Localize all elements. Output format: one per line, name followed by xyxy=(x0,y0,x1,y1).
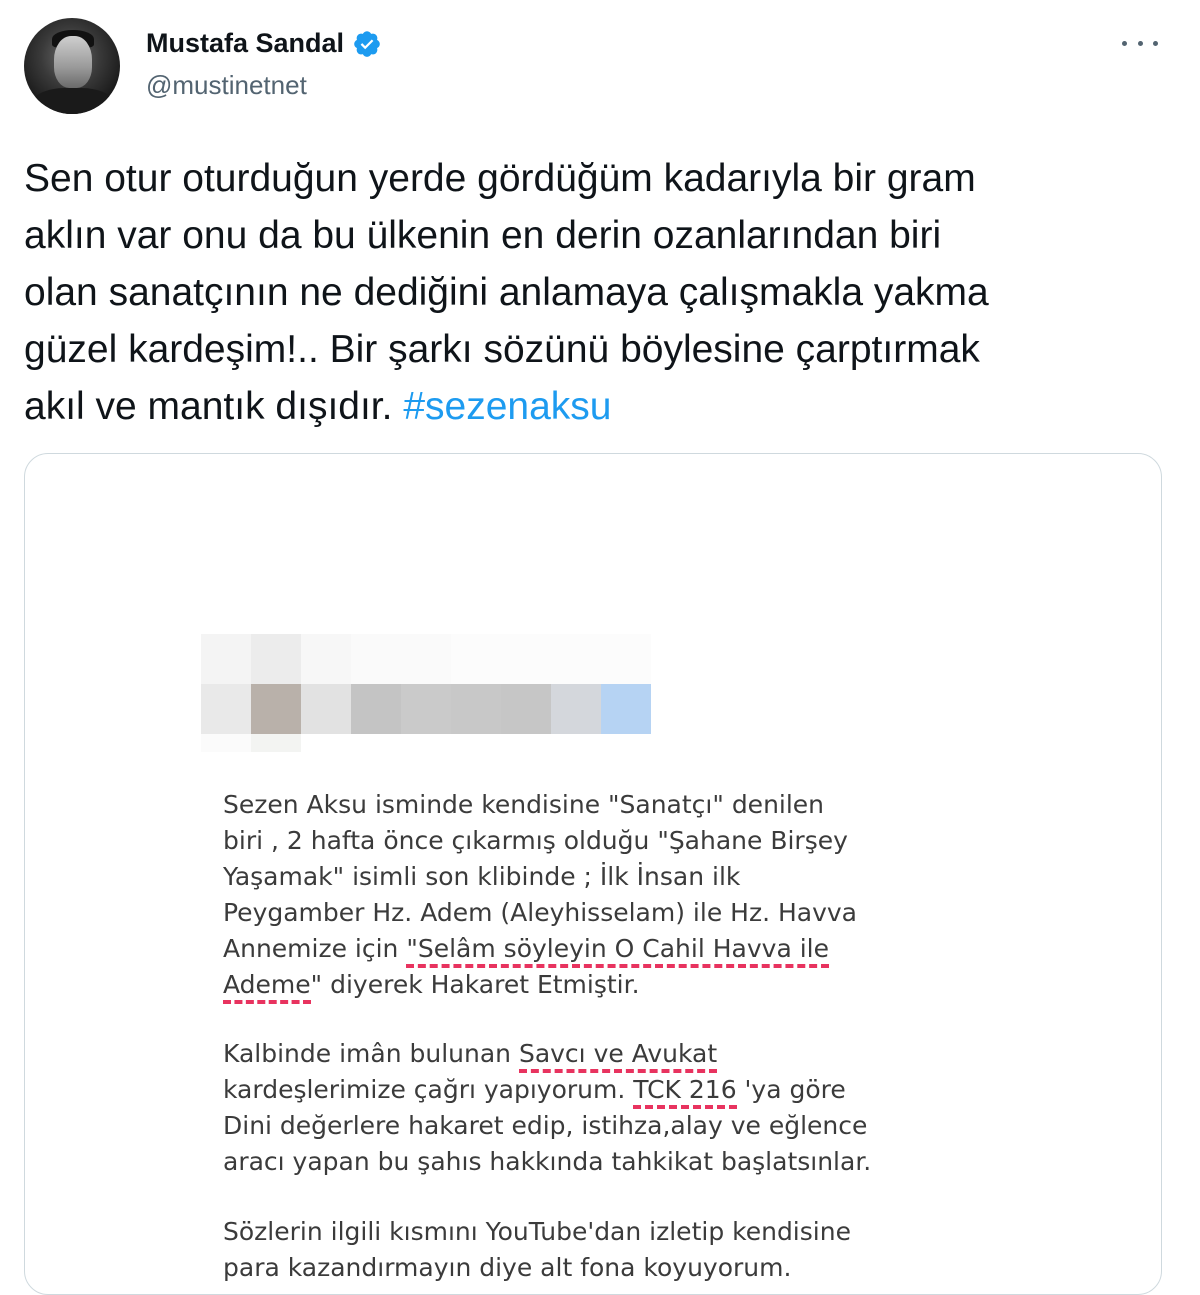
document-line: Sözlerin ilgili kısmını YouTube'dan izle… xyxy=(223,1217,851,1246)
document-text: kardeşlerimize çağrı yapıyorum. xyxy=(223,1075,634,1104)
document-text: " diyerek Hakaret Etmiştir. xyxy=(310,970,640,999)
document-line: Ademe" diyerek Hakaret Etmiştir. xyxy=(223,967,943,1004)
redacted-pixel xyxy=(351,684,401,734)
underlined-phrase: Savcı ve Avukat xyxy=(518,1039,718,1073)
tweet-line: olan sanatçının ne dediğini anlamaya çal… xyxy=(24,271,989,314)
document-text: 'ya göre xyxy=(736,1075,846,1104)
tweet-line: Sen otur oturduğun yerde gördüğüm kadarı… xyxy=(24,157,976,200)
document-line: Sezen Aksu isminde kendisine "Sanatçı" d… xyxy=(223,790,825,819)
redacted-pixel xyxy=(251,684,301,734)
redacted-pixel xyxy=(201,734,251,752)
underlined-quote: "Selâm söyleyin O Cahil Havva ile xyxy=(406,934,829,968)
hashtag-link[interactable]: #sezenaksu xyxy=(403,385,611,428)
redacted-pixel xyxy=(301,634,351,684)
document-line: Yaşamak" isimli son klibinde ; İlk İnsan… xyxy=(223,862,741,891)
document-line: para kazandırmayın diye alt fona koyuyor… xyxy=(223,1253,792,1282)
more-options-icon[interactable] xyxy=(1122,28,1158,58)
more-dot xyxy=(1137,40,1143,46)
document-line: Dini değerlere hakaret edip, istihza,ala… xyxy=(223,1111,868,1140)
tweet-line: akıl ve mantık dışıdır. #sezenaksu xyxy=(24,378,1174,435)
redacted-pixel xyxy=(601,684,651,734)
tweet-line: güzel kardeşim!.. Bir şarkı sözünü böyle… xyxy=(24,328,980,371)
redacted-pixel xyxy=(251,734,301,752)
verified-badge-icon xyxy=(354,30,380,57)
document-paragraph-1: Sezen Aksu isminde kendisine "Sanatçı" d… xyxy=(223,787,943,1004)
redacted-pixel xyxy=(401,684,451,734)
redacted-pixel xyxy=(501,684,551,734)
redacted-pixel xyxy=(451,634,651,684)
document-text: Kalbinde imân bulunan xyxy=(223,1039,519,1068)
document-line: Kalbinde imân bulunan Savcı ve Avukat xyxy=(223,1036,943,1073)
redacted-pixel xyxy=(251,634,301,684)
document-line: kardeşlerimize çağrı yapıyorum. TCK 216 … xyxy=(223,1072,943,1109)
document-paragraph-3: Sözlerin ilgili kısmını YouTube'dan izle… xyxy=(223,1214,943,1286)
document-line: Peygamber Hz. Adem (Aleyhisselam) ile Hz… xyxy=(223,898,857,927)
more-dot xyxy=(1122,40,1127,46)
avatar-shoulder xyxy=(32,88,114,114)
redacted-pixel xyxy=(301,684,351,734)
author-name[interactable]: Mustafa Sandal xyxy=(146,28,344,59)
tweet-text: Sen otur oturduğun yerde gördüğüm kadarı… xyxy=(24,150,1174,435)
tweet-line-text: akıl ve mantık dışıdır. xyxy=(24,385,404,428)
document-line: aracı yapan bu şahıs hakkında tahkikat b… xyxy=(223,1147,872,1176)
document-line: Annemize için "Selâm söyleyin O Cahil Ha… xyxy=(223,931,943,968)
document-paragraph-2: Kalbinde imân bulunan Savcı ve Avukat ka… xyxy=(223,1036,943,1180)
redacted-pixel xyxy=(201,634,251,684)
redacted-pixel xyxy=(551,684,601,734)
underlined-quote: Ademe xyxy=(223,970,311,1004)
avatar-face xyxy=(54,36,92,88)
underlined-phrase: TCK 216 xyxy=(633,1075,737,1109)
document-line: biri , 2 hafta önce çıkarmış olduğu "Şah… xyxy=(223,826,848,855)
tweet-line: aklın var onu da bu ülkenin en derin oza… xyxy=(24,214,942,257)
redacted-pixel xyxy=(451,684,501,734)
author-handle[interactable]: @mustinetnet xyxy=(146,70,307,101)
redacted-pixel xyxy=(351,634,451,684)
avatar[interactable] xyxy=(24,18,120,114)
author-name-row: Mustafa Sandal xyxy=(146,28,382,59)
more-dot xyxy=(1153,40,1158,46)
tweet-media-image[interactable]: Sezen Aksu isminde kendisine "Sanatçı" d… xyxy=(24,453,1162,1295)
document-text: Annemize için xyxy=(223,934,407,963)
redacted-pixel xyxy=(201,684,251,734)
